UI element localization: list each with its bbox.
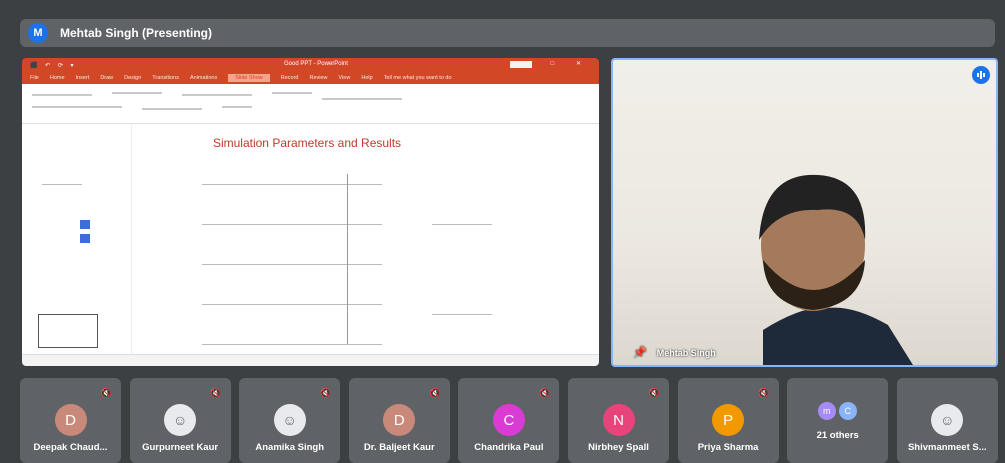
ppt-tab[interactable]: Animations (190, 75, 217, 81)
others-count-label: 21 others (816, 430, 859, 441)
ppt-tab[interactable]: Draw (100, 75, 113, 81)
mic-off-icon: 🔇 (100, 388, 112, 398)
ppt-tab[interactable]: Transitions (152, 75, 179, 81)
avatar: D (383, 404, 416, 436)
ppt-tab[interactable]: Insert (76, 75, 90, 81)
participant-name: Gurpurneet Kaur (142, 442, 219, 453)
mic-off-icon: 🔇 (319, 388, 332, 398)
camera-tile[interactable]: 📌 Mehtab Singh (611, 58, 998, 367)
profile-photo: ☺ (273, 404, 306, 436)
document-title: Good PPT - PowerPoint (284, 61, 348, 67)
ppt-tab[interactable]: View (339, 75, 351, 81)
profile-photo: ☺ (931, 404, 964, 436)
participant-strip: 🔇 D Deepak Chaud... 🔇 ☺ Gurpurneet Kaur 🔇 ☺ Anam… (20, 378, 1000, 463)
participant-tile[interactable]: 🔇 ☺ Gurpurneet Kaur (129, 378, 231, 463)
slide-thumbnail-pane (22, 124, 132, 354)
mic-off-icon: 🔇 (210, 388, 222, 398)
participant-name: Priya Sharma (697, 442, 759, 453)
thumb-marker (80, 220, 90, 229)
thumb-marker (80, 234, 90, 243)
participant-name: Anamika Singh (255, 442, 324, 453)
quick-access-toolbar: ⬛ ↶ ⟳ ▾ (30, 62, 77, 69)
ppt-menu-tabs: File Home Insert Draw Design Transitions Anima… (22, 72, 599, 84)
ppt-ribbon (22, 84, 599, 124)
avatar: D (54, 404, 87, 436)
presenter-avatar: M (28, 23, 48, 43)
avatar: P (712, 404, 745, 436)
window-controls: — □ ✕ (523, 61, 591, 67)
participant-tile[interactable]: 🔇 D Dr. Baljeet Kaur (348, 378, 450, 463)
participant-name: Deepak Chaud... (33, 442, 108, 453)
avatar: C (838, 402, 857, 420)
mic-off-icon: 🔇 (758, 388, 770, 398)
mic-off-icon: 🔇 (648, 388, 660, 398)
avatar: m (817, 402, 836, 420)
camera-name-label: 📌 Mehtab Singh (633, 346, 716, 359)
participant-name: Dr. Baljeet Kaur (363, 442, 435, 453)
ppt-tab[interactable]: Design (124, 75, 141, 81)
participant-name: Nirbhey Spall (588, 442, 649, 453)
participant-tile[interactable]: 🔇 D Deepak Chaud... (20, 378, 121, 463)
participant-tile[interactable]: 🔇 P Priya Sharma (677, 378, 779, 463)
others-avatars: mC (817, 402, 860, 420)
slide-title: Simulation Parameters and Results (212, 136, 402, 150)
profile-photo: ☺ (164, 404, 197, 436)
slide-canvas: Simulation Parameters and Results (132, 124, 599, 354)
participant-tile[interactable]: 🔇 N Nirbhey Spall (568, 378, 669, 463)
mic-off-icon: 🔇 (539, 388, 551, 398)
ppt-tab[interactable]: Review (309, 75, 327, 81)
ppt-titlebar: ⬛ ↶ ⟳ ▾ Good PPT - PowerPoint — □ ✕ (22, 58, 599, 72)
ppt-tab[interactable]: Tell me what you want to do (384, 75, 452, 81)
ppt-tab[interactable]: Slide Show (228, 74, 270, 82)
camera-participant-name: Mehtab Singh (656, 347, 716, 358)
ppt-tab[interactable]: File (30, 75, 39, 81)
pin-icon[interactable]: 📌 (633, 346, 647, 359)
slide-thumbnail[interactable] (38, 314, 98, 348)
presenter-label: Mehtab Singh (Presenting) (60, 26, 213, 40)
others-tile[interactable]: m C 21 others (787, 378, 889, 463)
presenter-bar[interactable]: M Mehtab Singh (Presenting) (20, 19, 995, 47)
avatar: C (492, 404, 525, 436)
ppt-tab[interactable]: Help (361, 75, 372, 81)
ppt-tab[interactable]: Record (281, 75, 299, 81)
participant-video (759, 174, 913, 365)
shared-screen-tile[interactable]: ⬛ ↶ ⟳ ▾ Good PPT - PowerPoint — □ ✕ File… (22, 58, 599, 366)
ppt-status-bar (22, 354, 599, 366)
avatar: N (602, 404, 635, 436)
ppt-tab[interactable]: Home (50, 75, 65, 81)
mic-off-icon: 🔇 (429, 388, 441, 398)
participant-name: Shivmanmeet S... (907, 442, 987, 453)
participant-name: Chandrika Paul (474, 442, 544, 453)
participant-tile[interactable]: 🔇 ☺ Anamika Singh (239, 378, 341, 463)
participant-tile[interactable]: 🔇 C Chandrika Paul (458, 378, 560, 463)
participant-tile[interactable]: ☺ Shivmanmeet S... (896, 378, 998, 463)
